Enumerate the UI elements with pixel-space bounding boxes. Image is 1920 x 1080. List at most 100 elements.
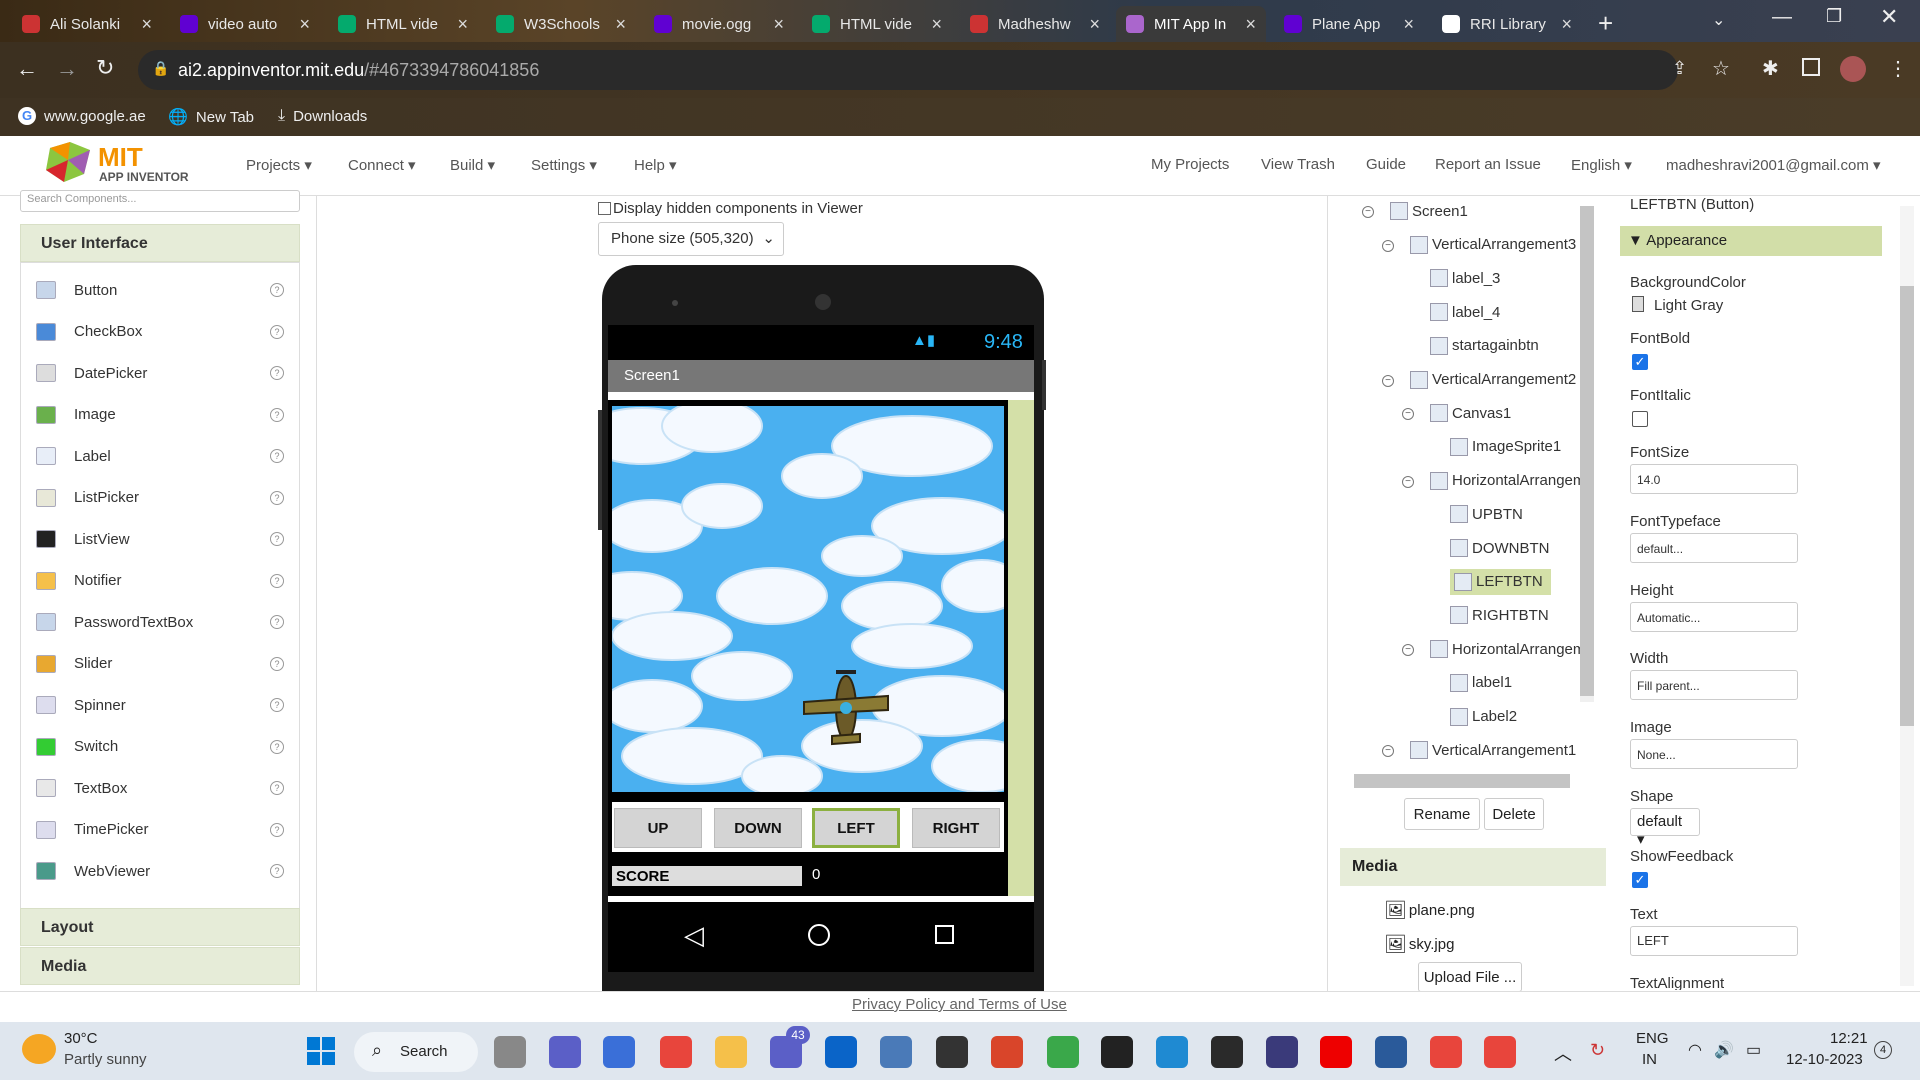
- prop-text-input[interactable]: LEFT: [1630, 926, 1798, 956]
- youtube-icon[interactable]: [1320, 1036, 1352, 1068]
- prop-fontsize-input[interactable]: 14.0: [1630, 464, 1798, 494]
- palette-item[interactable]: Button?: [36, 275, 302, 305]
- close-window-icon[interactable]: ✕: [1880, 4, 1898, 30]
- tree-horizontal-scrollbar[interactable]: [1354, 774, 1570, 788]
- side-panel-icon[interactable]: [1802, 58, 1820, 76]
- palette-item[interactable]: PasswordTextBox?: [36, 607, 302, 637]
- prop-fonttypeface-input[interactable]: default...: [1630, 533, 1798, 563]
- tree-node[interactable]: label_3: [1430, 269, 1500, 288]
- properties-section-appearance[interactable]: ▼ Appearance: [1620, 226, 1882, 256]
- help-icon[interactable]: ?: [270, 739, 284, 754]
- tree-node[interactable]: VerticalArrangement1: [1410, 741, 1576, 760]
- media-file-sky[interactable]: 🖼 sky.jpg: [1384, 934, 1454, 955]
- prop-height-input[interactable]: Automatic...: [1630, 602, 1798, 632]
- reload-icon[interactable]: ↻: [96, 55, 114, 81]
- tree-node[interactable]: UPBTN: [1450, 505, 1523, 524]
- browser-tab[interactable]: Madheshw ×: [960, 6, 1110, 42]
- scrollbar-thumb[interactable]: [1900, 286, 1914, 726]
- network-icon[interactable]: [1375, 1036, 1407, 1068]
- tree-collapse-toggle[interactable]: −: [1382, 374, 1394, 387]
- volume-icon[interactable]: 🔊: [1714, 1040, 1734, 1060]
- help-icon[interactable]: ?: [270, 698, 284, 712]
- browser-tab[interactable]: RRI Library ×: [1432, 6, 1582, 42]
- tree-node[interactable]: Screen1: [1390, 202, 1468, 220]
- palette-item[interactable]: WebViewer?: [36, 856, 302, 886]
- tree-node[interactable]: ImageSprite1: [1450, 437, 1561, 456]
- weather-icon[interactable]: [22, 1034, 56, 1064]
- link-report-issue[interactable]: Report an Issue: [1435, 156, 1541, 173]
- tree-node[interactable]: startagainbtn: [1430, 336, 1539, 355]
- browser-tab[interactable]: W3Schools ×: [486, 6, 636, 42]
- link-my-projects[interactable]: My Projects: [1151, 156, 1229, 173]
- copilot-icon[interactable]: [603, 1036, 635, 1068]
- help-icon[interactable]: ?: [270, 490, 284, 505]
- weather-desc[interactable]: Partly sunny: [64, 1051, 147, 1068]
- outlook-icon[interactable]: [825, 1036, 857, 1068]
- extensions-icon[interactable]: ✱: [1762, 56, 1779, 81]
- tab-close-icon[interactable]: ×: [773, 14, 784, 35]
- tree-node[interactable]: HorizontalArrangem: [1430, 471, 1585, 490]
- browser-tab[interactable]: Plane App ×: [1274, 6, 1424, 42]
- palette-item[interactable]: DatePicker?: [36, 358, 302, 388]
- minimize-icon[interactable]: —: [1772, 6, 1792, 29]
- share-icon[interactable]: ⇪: [1672, 58, 1687, 79]
- vscode-icon[interactable]: [1156, 1036, 1188, 1068]
- nav-recent-icon[interactable]: [935, 925, 954, 944]
- help-icon[interactable]: ?: [270, 656, 284, 671]
- bookmark-new-tab[interactable]: 🌐 New Tab: [168, 107, 254, 127]
- browser-tab[interactable]: HTML vide ×: [328, 6, 478, 42]
- tab-close-icon[interactable]: ×: [141, 14, 152, 35]
- weather-temp[interactable]: 30°C: [64, 1030, 98, 1047]
- pycharm-icon[interactable]: [1211, 1036, 1243, 1068]
- delete-button[interactable]: Delete: [1484, 798, 1544, 830]
- scrollbar-thumb[interactable]: [1580, 206, 1594, 696]
- palette-section-media[interactable]: Media: [20, 947, 300, 985]
- language-eng[interactable]: ENG: [1636, 1030, 1669, 1047]
- help-icon[interactable]: ?: [270, 449, 284, 463]
- help-icon[interactable]: ?: [270, 366, 284, 380]
- restore-icon[interactable]: ❐: [1826, 6, 1842, 27]
- tree-node[interactable]: label_4: [1430, 303, 1500, 322]
- task-view-icon[interactable]: [494, 1036, 526, 1068]
- account-menu[interactable]: madheshravi2001@gmail.com ▾: [1666, 156, 1881, 174]
- app-button-up[interactable]: UP: [614, 808, 702, 848]
- prop-shape-select[interactable]: default ▾: [1630, 808, 1700, 848]
- more-menu-icon[interactable]: ⋮: [1888, 56, 1908, 81]
- chrome-profile2-icon[interactable]: [1484, 1036, 1516, 1068]
- nav-home-icon[interactable]: [808, 924, 830, 946]
- back-icon[interactable]: ←: [16, 56, 38, 82]
- imagesprite1-plane[interactable]: [802, 666, 892, 750]
- tab-close-icon[interactable]: ×: [299, 14, 310, 35]
- nav-back-icon[interactable]: ◁: [684, 920, 704, 951]
- palette-item[interactable]: Switch?: [36, 732, 302, 762]
- rename-button[interactable]: Rename: [1404, 798, 1480, 830]
- hidden-components-toggle[interactable]: Display hidden components in Viewer: [598, 200, 863, 217]
- tree-node[interactable]: RIGHTBTN: [1450, 606, 1549, 625]
- bookmark-google[interactable]: G www.google.ae: [18, 107, 146, 125]
- bookmark-downloads[interactable]: ⤓ Downloads: [278, 107, 367, 125]
- browser-tab[interactable]: MIT App In ×: [1116, 6, 1266, 42]
- color-swatch[interactable]: [1632, 296, 1644, 312]
- clock-date[interactable]: 12-10-2023: [1786, 1051, 1863, 1068]
- tab-close-icon[interactable]: ×: [931, 14, 942, 35]
- tree-node[interactable]: Canvas1: [1430, 404, 1511, 423]
- tree-node[interactable]: VerticalArrangement2: [1410, 370, 1576, 389]
- tree-node[interactable]: VerticalArrangement3: [1410, 235, 1576, 254]
- prop-showfeedback-checkbox[interactable]: ✓: [1632, 872, 1648, 888]
- tab-search-icon[interactable]: ⌄: [1712, 10, 1725, 30]
- tree-collapse-toggle[interactable]: −: [1402, 644, 1414, 657]
- tab-close-icon[interactable]: ×: [615, 14, 626, 35]
- menu-connect[interactable]: Connect ▾: [348, 156, 416, 174]
- help-icon[interactable]: ?: [270, 822, 284, 837]
- help-icon[interactable]: ?: [270, 781, 284, 795]
- tree-node[interactable]: DOWNBTN: [1450, 539, 1550, 557]
- palette-item[interactable]: CheckBox?: [36, 317, 302, 347]
- app-button-down[interactable]: DOWN: [714, 808, 802, 848]
- palette-section-layout[interactable]: Layout: [20, 908, 300, 946]
- tree-collapse-toggle[interactable]: −: [1382, 239, 1394, 252]
- new-tab-icon[interactable]: +: [1598, 8, 1613, 39]
- palette-item[interactable]: Spinner?: [36, 690, 302, 720]
- help-icon[interactable]: ?: [270, 324, 284, 339]
- palette-item[interactable]: Slider?: [36, 649, 302, 679]
- forward-icon[interactable]: →: [56, 56, 78, 82]
